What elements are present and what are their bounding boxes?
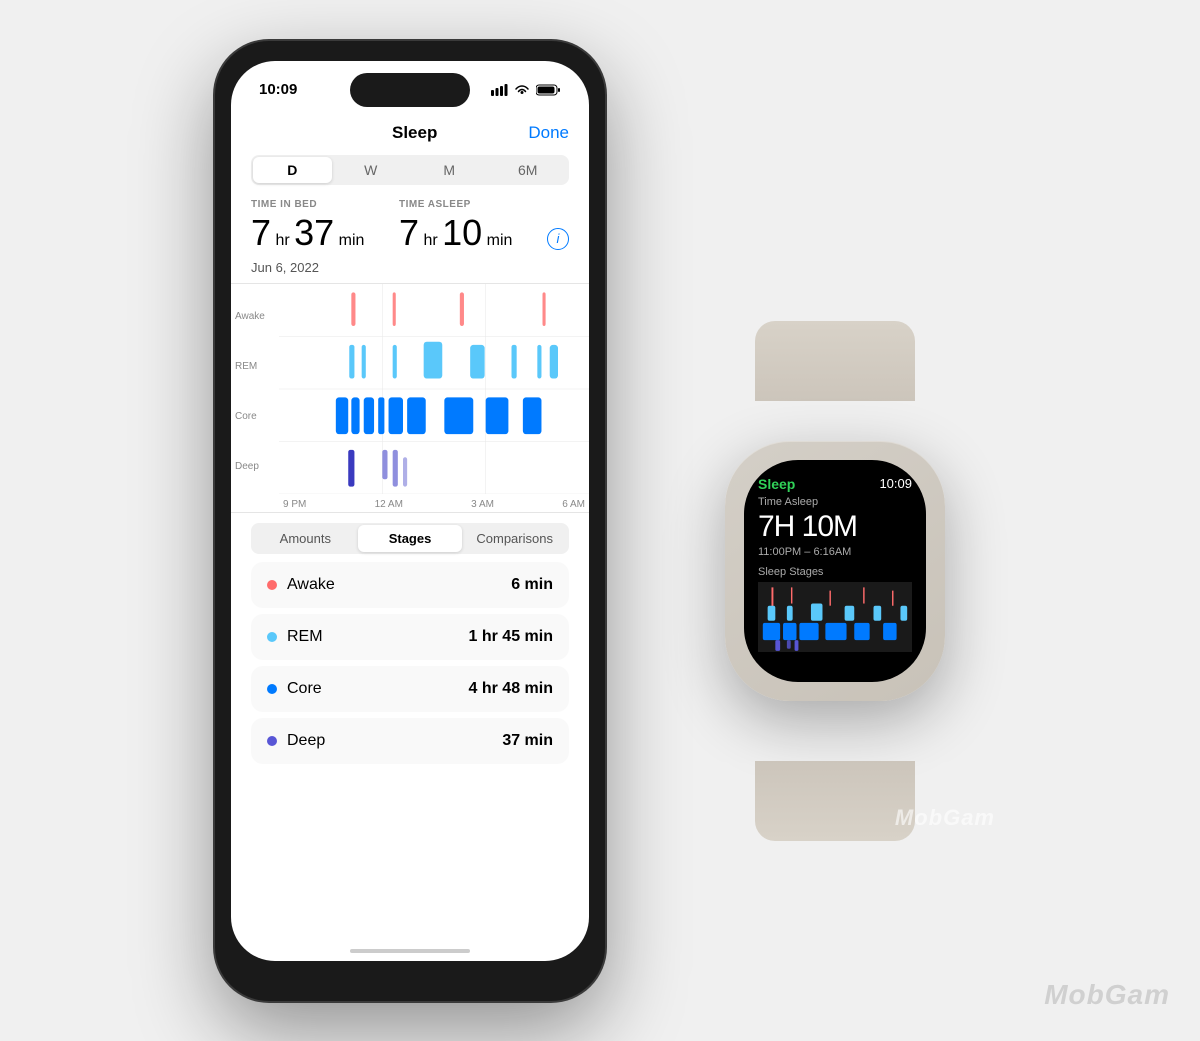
deep-label: Deep: [287, 732, 325, 750]
chart-label-awake: Awake: [231, 311, 279, 322]
time-in-bed-hr: hr: [271, 232, 294, 249]
time-in-bed-hours: 7: [251, 212, 271, 253]
stage-left-awake: Awake: [267, 576, 335, 594]
time-in-bed-minutes: 37: [294, 212, 334, 253]
time-asleep-min: min: [482, 232, 512, 249]
date-label: Jun 6, 2022: [251, 260, 569, 275]
status-time: 10:09: [259, 81, 297, 98]
time-label-6am: 6 AM: [562, 499, 585, 510]
time-asleep-hours: 7: [399, 212, 419, 253]
stage-item-core: Core 4 hr 48 min: [251, 666, 569, 712]
chart-time-axis: 9 PM 12 AM 3 AM 6 AM: [279, 499, 589, 510]
app-header: Sleep Done: [251, 113, 569, 155]
time-asleep-stat: TIME ASLEEP 7 hr 10 min: [399, 199, 547, 254]
deep-duration: 37 min: [502, 732, 553, 750]
stage-left-deep: Deep: [267, 732, 325, 750]
awake-duration: 6 min: [511, 576, 553, 594]
time-asleep-value: 7 hr 10 min: [399, 212, 547, 254]
app-content: Sleep Done D W M 6M TIME IN BED 7 hr 37 …: [231, 113, 589, 275]
stage-item-rem: REM 1 hr 45 min: [251, 614, 569, 660]
time-in-bed-min: min: [334, 232, 364, 249]
stage-left-rem: REM: [267, 628, 323, 646]
stats-row: TIME IN BED 7 hr 37 min TIME ASLEEP 7 hr…: [251, 199, 569, 254]
iphone-device: 10:09: [215, 41, 605, 1001]
watermark: MobGam: [895, 805, 995, 831]
chart-label-rem: REM: [231, 361, 279, 372]
signal-icon: [491, 84, 508, 96]
rem-duration: 1 hr 45 min: [469, 628, 553, 646]
segment-w[interactable]: W: [332, 157, 411, 183]
wifi-icon: [514, 84, 530, 96]
tab-stages[interactable]: Stages: [358, 525, 463, 552]
watch-big-time: 7H 10M: [758, 510, 912, 544]
watch-sleep-chart: [758, 582, 912, 652]
battery-icon: [536, 84, 561, 96]
tab-comparisons[interactable]: Comparisons: [462, 525, 567, 552]
stage-left-core: Core: [267, 680, 322, 698]
time-asleep-label: TIME ASLEEP: [399, 199, 547, 210]
core-label: Core: [287, 680, 322, 698]
scene: 10:09: [0, 0, 1200, 1041]
time-label-9pm: 9 PM: [283, 499, 306, 510]
watch-screen: Sleep 10:09 Time Asleep 7H 10M 11:00PM –…: [744, 460, 926, 682]
rem-label: REM: [287, 628, 323, 646]
time-in-bed-value: 7 hr 37 min: [251, 212, 399, 254]
watch-app-title: Sleep: [758, 476, 795, 492]
watch-body: Sleep 10:09 Time Asleep 7H 10M 11:00PM –…: [725, 441, 945, 701]
awake-dot: [267, 580, 277, 590]
stage-item-deep: Deep 37 min: [251, 718, 569, 764]
tab-amounts[interactable]: Amounts: [253, 525, 358, 552]
watch-stages-label: Sleep Stages: [758, 566, 912, 578]
chart-label-core: Core: [231, 411, 279, 422]
deep-dot: [267, 736, 277, 746]
stage-item-awake: Awake 6 min: [251, 562, 569, 608]
awake-label: Awake: [287, 576, 335, 594]
time-asleep-hr: hr: [419, 232, 442, 249]
segment-m[interactable]: M: [410, 157, 489, 183]
sleep-chart-svg: [279, 284, 589, 494]
watch-band-bottom: [755, 761, 915, 841]
status-icons: [491, 84, 561, 96]
segment-6m[interactable]: 6M: [489, 157, 568, 183]
rem-dot: [267, 632, 277, 642]
watch-band-top: [755, 321, 915, 401]
iphone-screen: 10:09: [231, 61, 589, 961]
watch-header: Sleep 10:09: [758, 476, 912, 492]
time-segmented-control: D W M 6M: [251, 155, 569, 185]
watch-device: Sleep 10:09 Time Asleep 7H 10M 11:00PM –…: [685, 391, 985, 771]
scene-watermark: MobGam: [1044, 979, 1170, 1011]
time-label-12am: 12 AM: [375, 499, 403, 510]
info-icon-area[interactable]: i: [547, 228, 569, 254]
view-tabs: Amounts Stages Comparisons: [251, 523, 569, 554]
core-duration: 4 hr 48 min: [469, 680, 553, 698]
sleep-chart: Awake REM Core Deep: [231, 283, 589, 513]
chart-label-deep: Deep: [231, 461, 279, 472]
watch-time-range: 11:00PM – 6:16AM: [758, 546, 912, 558]
done-button[interactable]: Done: [528, 123, 569, 143]
core-dot: [267, 684, 277, 694]
time-in-bed-label: TIME IN BED: [251, 199, 399, 210]
time-label-3am: 3 AM: [471, 499, 494, 510]
time-asleep-minutes: 10: [442, 212, 482, 253]
segment-d[interactable]: D: [253, 157, 332, 183]
info-icon[interactable]: i: [547, 228, 569, 250]
stage-list: Awake 6 min REM 1 hr 45 min Core: [231, 562, 589, 770]
dynamic-island: [350, 73, 470, 107]
home-indicator: [350, 949, 470, 953]
app-title: Sleep: [301, 123, 528, 143]
watch-status-time: 10:09: [879, 476, 912, 491]
watch-time-asleep-label: Time Asleep: [758, 496, 912, 508]
time-in-bed-stat: TIME IN BED 7 hr 37 min: [251, 199, 399, 254]
